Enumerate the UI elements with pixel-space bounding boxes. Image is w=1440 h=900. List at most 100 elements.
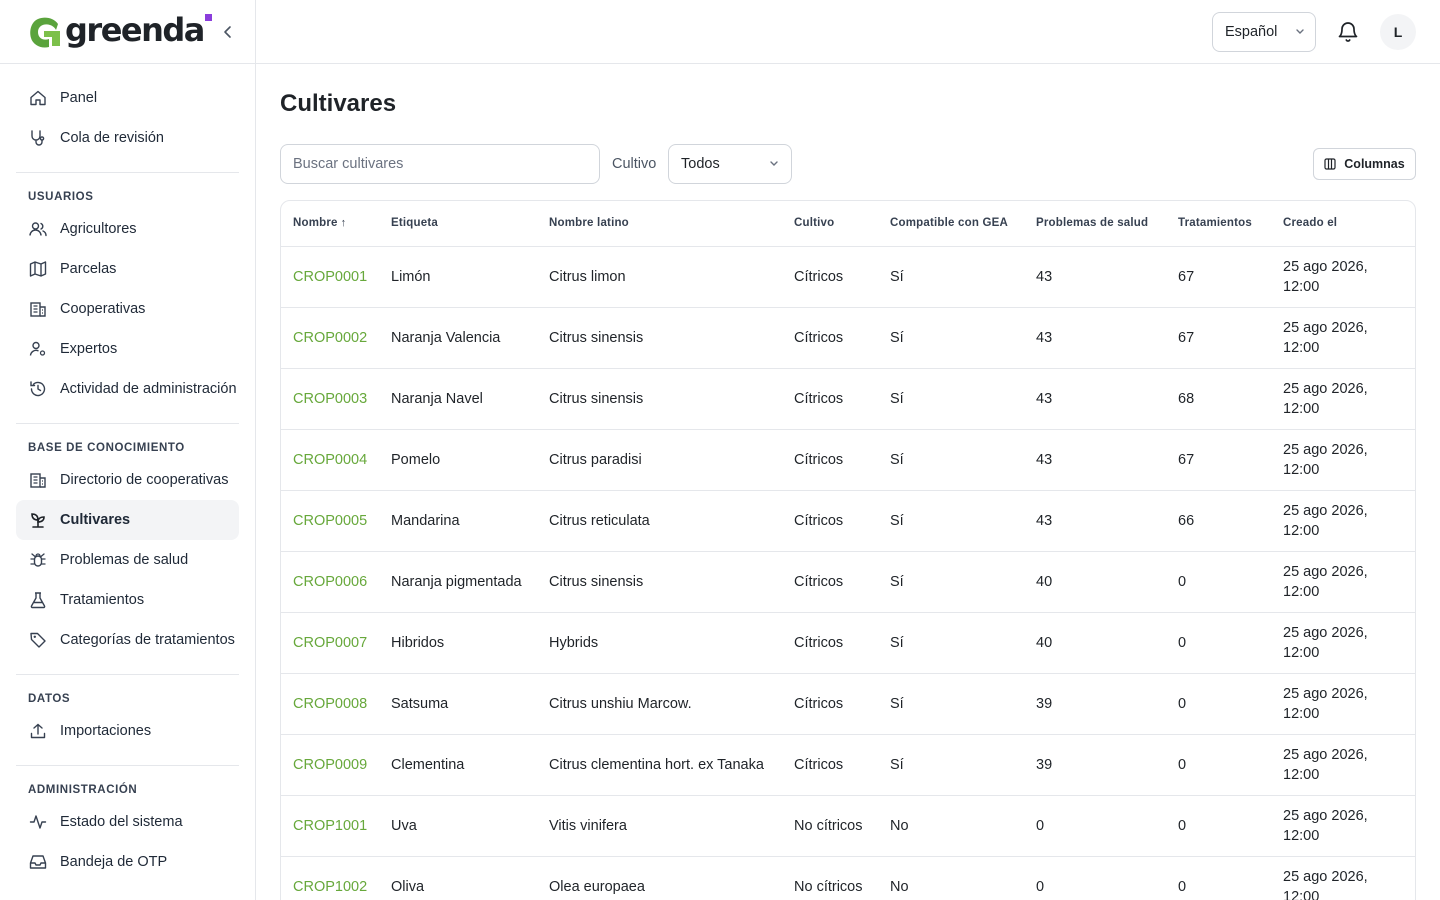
cultivar-code-link[interactable]: CROP0004 [281,429,379,491]
sidebar-item-bandeja-de-otp[interactable]: Bandeja de OTP [16,842,239,882]
cultivar-code-link[interactable]: CROP0007 [281,612,379,674]
table-row[interactable]: CROP0006 Naranja pigmentada Citrus sinensi… [281,551,1415,613]
column-header-label: Nombre [293,217,338,230]
building-icon [28,299,48,319]
sidebar-item-cultivares[interactable]: Cultivares [16,500,239,540]
table-row[interactable]: CROP0003 Naranja Navel Citrus sinensis Cítr… [281,368,1415,430]
table-cell: Citrus sinensis [537,307,782,369]
sidebar-item-expertos[interactable]: Expertos [16,329,239,369]
table-cell: Cítricos [782,429,878,491]
sidebar-item-estado-del-sistema[interactable]: Estado del sistema [16,802,239,842]
table-cell: 25 ago 2026, 12:00 [1271,856,1415,900]
table-cell: Citrus paradisi [537,429,782,491]
sidebar-item-parcelas[interactable]: Parcelas [16,249,239,289]
column-header-label: Cultivo [794,217,835,230]
table-cell: Citrus clementina hort. ex Tanaka [537,734,782,796]
table-cell: 39 [1024,673,1166,735]
table-cell: No cítricos [782,795,878,857]
sprout-icon [28,510,48,530]
column-header-label: Tratamientos [1178,217,1252,230]
sidebar-item-label: Actividad de administración [60,381,237,397]
cultivar-code-link[interactable]: CROP1001 [281,795,379,857]
table-row[interactable]: CROP0001 Limón Citrus limon Cítricos Sí 43 67 2… [281,246,1415,308]
column-header[interactable]: Creado el [1271,201,1415,247]
table-cell: Hibridos [379,612,537,674]
table-cell: 25 ago 2026, 12:00 [1271,795,1415,857]
sidebar-item-cooperativas[interactable]: Cooperativas [16,289,239,329]
cultivar-code-link[interactable]: CROP0006 [281,551,379,613]
sidebar-item-importaciones[interactable]: Importaciones [16,711,239,751]
user-avatar[interactable]: L [1380,14,1416,50]
table-cell: 0 [1166,673,1271,735]
page-title: Cultivares [280,90,397,117]
cultivar-code-link[interactable]: CROP0009 [281,734,379,796]
cultivar-code-link[interactable]: CROP0008 [281,673,379,735]
table-cell: No cítricos [782,856,878,900]
column-header[interactable]: Compatible con GEA [878,201,1024,247]
cultivar-code-link[interactable]: CROP0003 [281,368,379,430]
sidebar-item-label: Bandeja de OTP [60,854,168,870]
cultivar-code-link[interactable]: CROP0005 [281,490,379,552]
table-row[interactable]: CROP0009 Clementina Citrus clementina hort… [281,734,1415,796]
column-header[interactable]: Nombre latino [537,201,782,247]
column-header[interactable]: Tratamientos [1166,201,1271,247]
sidebar-item-cola-de-revisión[interactable]: Cola de revisión [16,118,239,158]
column-header[interactable]: Nombre ↑ [281,201,379,247]
table-row[interactable]: CROP0005 Mandarina Citrus reticulata Cítric… [281,490,1415,552]
columns-button[interactable]: Columnas [1313,148,1416,180]
table-cell: 40 [1024,551,1166,613]
table-row[interactable]: CROP1002 Oliva Olea europaea No cítricos No 0… [281,856,1415,900]
table-row[interactable]: CROP0008 Satsuma Citrus unshiu Marcow. Cítr… [281,673,1415,735]
table-cell: 43 [1024,368,1166,430]
table-cell: 25 ago 2026, 12:00 [1271,734,1415,796]
home-icon [28,88,48,108]
column-header[interactable]: Cultivo [782,201,878,247]
cultivar-code-link[interactable]: CROP0002 [281,307,379,369]
nav-group-title: BASE DE CONOCIMIENTO [28,442,185,454]
table-row[interactable]: CROP1001 Uva Vitis vinifera No cítricos No 0 0… [281,795,1415,857]
sidebar-item-panel[interactable]: Panel [16,78,239,118]
nav-group: ADMINISTRACIÓN Estado del sistema Bandeja … [16,766,239,896]
cultivar-code-link[interactable]: CROP1002 [281,856,379,900]
table-row[interactable]: CROP0004 Pomelo Citrus paradisi Cítricos Sí 4… [281,429,1415,491]
collapse-sidebar-button[interactable] [220,22,236,42]
logo-mark-icon [30,17,60,48]
language-select[interactable]: Español [1212,12,1316,52]
search-input[interactable] [280,144,600,184]
table-cell: Sí [878,429,1024,491]
column-header[interactable]: Etiqueta [379,201,537,247]
stethoscope-icon [28,128,48,148]
table-cell: Oliva [379,856,537,900]
column-header[interactable]: Problemas de salud [1024,201,1166,247]
cultivar-code-link[interactable]: CROP0001 [281,246,379,308]
table-cell: Olea europaea [537,856,782,900]
table-cell: Sí [878,734,1024,796]
crop-filter-value: Todos [681,156,720,172]
sidebar-item-tratamientos[interactable]: Tratamientos [16,580,239,620]
sidebar-item-agricultores[interactable]: Agricultores [16,209,239,249]
map-icon [28,259,48,279]
table-cell: Cítricos [782,734,878,796]
brand-header: greenda [0,0,255,64]
nav-group-title: DATOS [28,693,71,705]
greenda-logo[interactable]: greenda [28,11,212,51]
table-cell: Sí [878,368,1024,430]
sidebar-item-categorías-de-tratamientos[interactable]: Categorías de tratamientos [16,620,239,660]
table-row[interactable]: CROP0007 Hibridos Hybrids Cítricos Sí 40 0 25 a… [281,612,1415,674]
sidebar-item-problemas-de-salud[interactable]: Problemas de salud [16,540,239,580]
tag-icon [28,630,48,650]
sidebar-item-directorio-de-cooperativas[interactable]: Directorio de cooperativas [16,460,239,500]
column-header-label: Problemas de salud [1036,217,1149,230]
table-cell: Sí [878,307,1024,369]
table-cell: Hybrids [537,612,782,674]
table-cell: Citrus sinensis [537,368,782,430]
table-cell: Citrus reticulata [537,490,782,552]
crop-filter-select[interactable]: Todos [668,144,792,184]
columns-button-label: Columnas [1344,157,1405,171]
sidebar-item-label: Panel [60,90,98,106]
table-cell: 0 [1024,856,1166,900]
sidebar-item-actividad-de-administración[interactable]: Actividad de administración [16,369,239,409]
sidebar-item-label: Estado del sistema [60,814,183,830]
notifications-bell-icon[interactable] [1336,20,1360,44]
table-row[interactable]: CROP0002 Naranja Valencia Citrus sinensis C… [281,307,1415,369]
